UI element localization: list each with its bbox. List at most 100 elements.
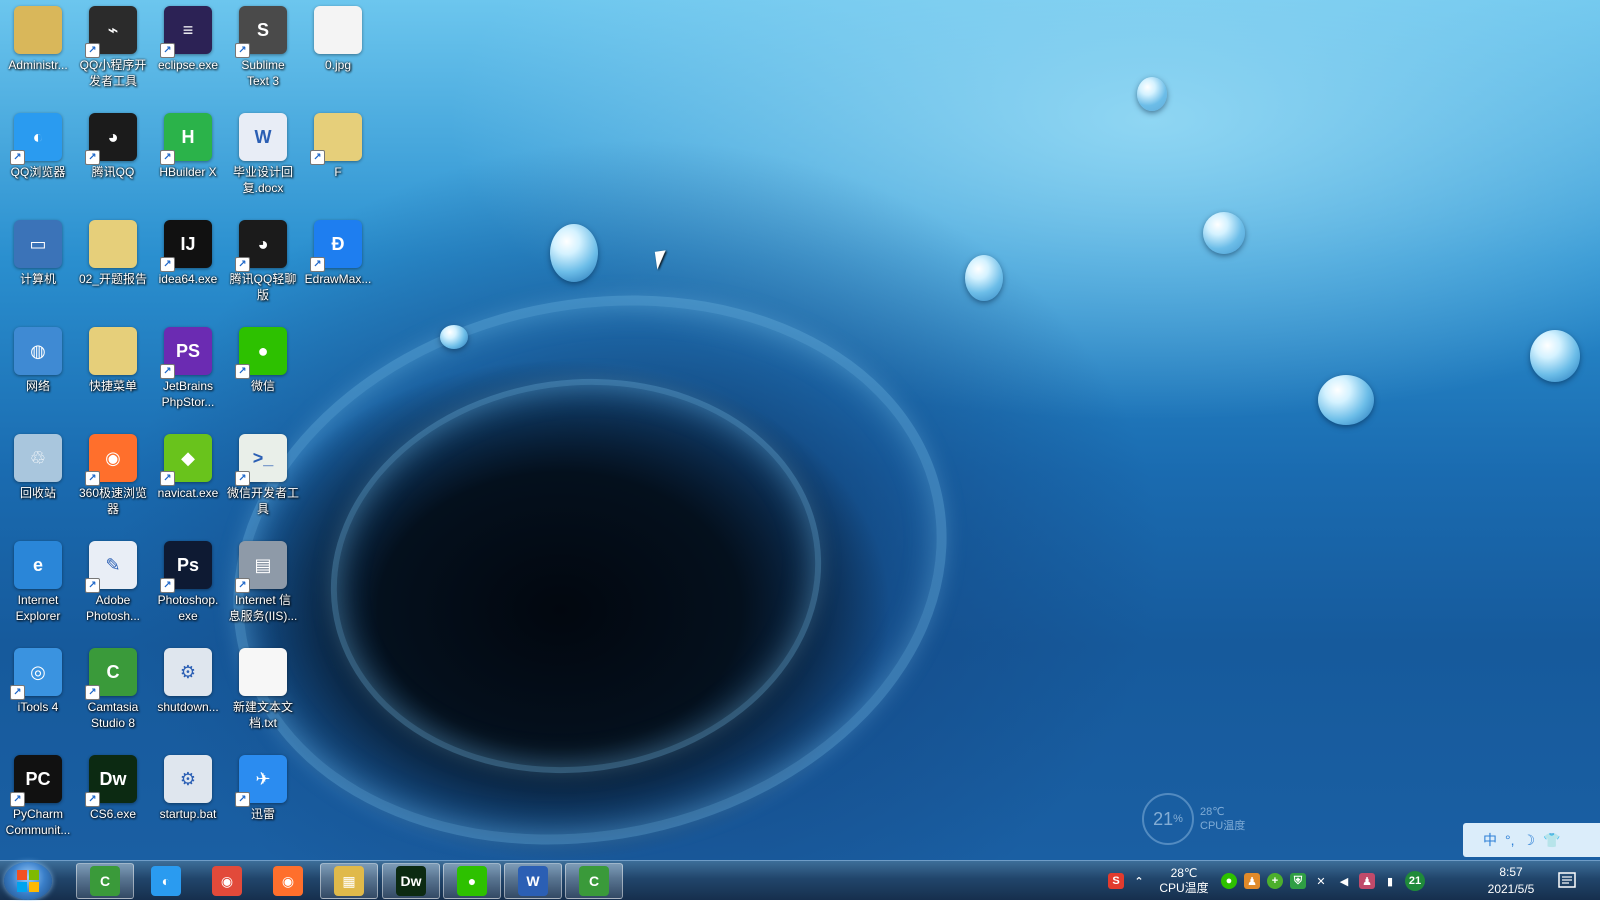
qq-penguin-icon: ◕ ↗ [85, 113, 137, 165]
desktop-icon[interactable]: e Internet Explorer [0, 541, 76, 645]
desktop-icon[interactable]: Ð ↗ EdrawMax... [300, 220, 376, 324]
desktop-icon[interactable]: Ps ↗ Photoshop. exe [150, 541, 226, 645]
desktop-icon-label: 腾讯QQ轻聊 版 [229, 272, 297, 302]
desktop-icon[interactable]: ♲ 回收站 [0, 434, 76, 538]
taskbar-button-camtasia[interactable]: C [76, 863, 134, 899]
desktop-icon[interactable]: >_ ↗ 微信开发者工 具 [225, 434, 301, 538]
desktop-icon[interactable]: ◐ ↗ QQ浏览器 [0, 113, 76, 217]
shortcut-arrow-icon: ↗ [160, 257, 175, 272]
taskbar-button-word[interactable]: W [504, 863, 562, 899]
desktop-icon[interactable]: ▭ 计算机 [0, 220, 76, 324]
desktop-icon[interactable]: H ↗ HBuilder X [150, 113, 226, 217]
volume-icon[interactable]: ◀ [1336, 873, 1352, 889]
taskbar-button-explorer[interactable]: ▦ [320, 863, 378, 899]
addon-tray-icon[interactable]: + [1267, 873, 1283, 889]
ime-moon-icon[interactable]: ☽ [1523, 832, 1536, 849]
desktop-icon[interactable]: ✎ ↗ Adobe Photosh... [75, 541, 151, 645]
desktop-icon[interactable]: ⚙ shutdown... [150, 648, 226, 752]
desktop-icon[interactable]: ◍ 网络 [0, 327, 76, 431]
water-drop [550, 224, 598, 282]
desktop-wallpaper: Administr... ⌁ ↗ QQ小程序开 发者工具 ≡ ↗ eclipse.exe S ↗… [0, 0, 1600, 860]
cpu-usage-value: 21 [1153, 808, 1174, 829]
security-shield-icon[interactable]: ⛨ [1290, 873, 1306, 889]
icon-glyph: ✎ [105, 554, 121, 575]
desktop-icon-label: idea64.exe [158, 272, 218, 286]
desktop-icon[interactable]: IJ ↗ idea64.exe [150, 220, 226, 324]
desktop-icon[interactable]: ✈ ↗ 迅雷 [225, 755, 301, 859]
icon-glyph: ● [257, 340, 269, 361]
desktop-icon[interactable]: ◕ ↗ 腾讯QQ [75, 113, 151, 217]
iis-manager-icon: ▤ ↗ [235, 541, 287, 593]
taskbar-button-qq-browser[interactable]: ◐ [137, 863, 195, 899]
sogou-input-icon[interactable]: S [1108, 873, 1124, 889]
action-center-button[interactable] [1556, 869, 1578, 891]
icon-glyph: ▭ [29, 233, 47, 254]
icon-glyph: ⌁ [107, 19, 119, 40]
desktop-icon[interactable]: ▤ ↗ Internet 信 息服务(IIS)... [225, 541, 301, 645]
shortcut-arrow-icon: ↗ [235, 364, 250, 379]
sublime-text-icon: S ↗ [235, 6, 287, 58]
ime-mode-toggle[interactable]: 中 [1483, 830, 1497, 850]
taskbar-clock[interactable]: 8:57 2021/5/5 [1476, 864, 1546, 898]
user-tray-icon[interactable]: ♟ [1244, 873, 1260, 889]
tray-expand-icon[interactable]: ⌃ [1131, 873, 1147, 889]
batch-file-icon: ⚙ [164, 648, 212, 696]
taskbar-button-dreamweaver[interactable]: Dw [382, 863, 440, 899]
ime-skin-icon[interactable]: 👕 [1543, 832, 1560, 849]
cpu-usage-unit: % [1173, 813, 1183, 825]
desktop-icon[interactable]: ≡ ↗ eclipse.exe [150, 6, 226, 110]
tray-cpu-temp[interactable]: 28℃ CPU温度 [1154, 866, 1214, 896]
desktop-icon[interactable]: ◎ ↗ iTools 4 [0, 648, 76, 752]
icon-glyph: Dw [99, 768, 127, 789]
people-tray-icon[interactable]: ♟ [1359, 873, 1375, 889]
desktop-icon[interactable]: ⌁ ↗ QQ小程序开 发者工具 [75, 6, 151, 110]
text-file-icon [239, 648, 287, 696]
taskbar-button-camtasia-recorder[interactable]: C [565, 863, 623, 899]
desktop-icon[interactable]: 0.jpg [300, 6, 376, 110]
desktop-icon[interactable]: ↗ F [300, 113, 376, 217]
shortcut-arrow-icon: ↗ [10, 150, 25, 165]
taskbar-button-360-browser[interactable]: ◉ [259, 863, 317, 899]
start-button[interactable] [4, 862, 52, 900]
desktop-icon-label: 迅雷 [250, 807, 275, 821]
qq-browser-icon: ◐ ↗ [10, 113, 62, 165]
signal-bars-icon[interactable]: ▮ [1382, 873, 1398, 889]
qq-browser-icon: ◐ [151, 866, 181, 896]
taskbar-button-chrome[interactable]: ◉ [198, 863, 256, 899]
folder-icon [89, 220, 137, 268]
desktop-icon[interactable]: S ↗ Sublime Text 3 [225, 6, 301, 110]
desktop-icon-label: Internet Explorer [15, 593, 61, 623]
notification-badge[interactable]: 21 [1405, 871, 1425, 891]
desktop-icon-label: CS6.exe [89, 807, 137, 821]
word-document-icon: W [239, 113, 287, 161]
shortcut-arrow-icon: ↗ [85, 792, 100, 807]
pycharm-icon: PC ↗ [10, 755, 62, 807]
desktop-icon[interactable]: 02_开题报告 [75, 220, 151, 324]
ime-punctuation-toggle[interactable]: °, [1505, 832, 1515, 848]
wechat-tray-icon[interactable]: ● [1221, 873, 1237, 889]
desktop-icon[interactable]: PC ↗ PyCharm Communit... [0, 755, 76, 859]
icon-glyph: >_ [252, 447, 274, 468]
water-drop [1530, 330, 1580, 382]
shortcut-arrow-icon: ↗ [310, 257, 325, 272]
desktop-icon[interactable]: C ↗ Camtasia Studio 8 [75, 648, 151, 752]
desktop-icon[interactable]: Dw ↗ CS6.exe [75, 755, 151, 859]
desktop-icon[interactable]: ◆ ↗ navicat.exe [150, 434, 226, 538]
tray-temp-label: CPU温度 [1159, 881, 1209, 895]
desktop-icon[interactable]: Administr... [0, 6, 76, 110]
desktop-icon[interactable]: W 毕业设计回 复.docx [225, 113, 301, 217]
desktop-icon[interactable]: 新建文本文 档.txt [225, 648, 301, 752]
ime-toolbar[interactable]: 中 °, ☽ 👕 [1463, 823, 1600, 857]
network-disabled-icon[interactable]: ✕ [1313, 873, 1329, 889]
desktop-icon-label: HBuilder X [159, 165, 217, 179]
desktop-icon[interactable]: ◕ ↗ 腾讯QQ轻聊 版 [225, 220, 301, 324]
desktop-icon[interactable]: ◉ ↗ 360极速浏览 器 [75, 434, 151, 538]
desktop-icon[interactable]: PS ↗ JetBrains PhpStor... [150, 327, 226, 431]
desktop-icon[interactable]: 快捷菜单 [75, 327, 151, 431]
taskbar-button-wechat[interactable]: ● [443, 863, 501, 899]
desktop-icon[interactable]: ● ↗ 微信 [225, 327, 301, 431]
desktop-icon[interactable]: ⚙ startup.bat [150, 755, 226, 859]
water-drop [1318, 375, 1374, 425]
cpu-usage-widget[interactable]: 21% 28℃ CPU温度 [1142, 793, 1245, 845]
desktop-icon-label: 02_开题报告 [78, 272, 148, 286]
